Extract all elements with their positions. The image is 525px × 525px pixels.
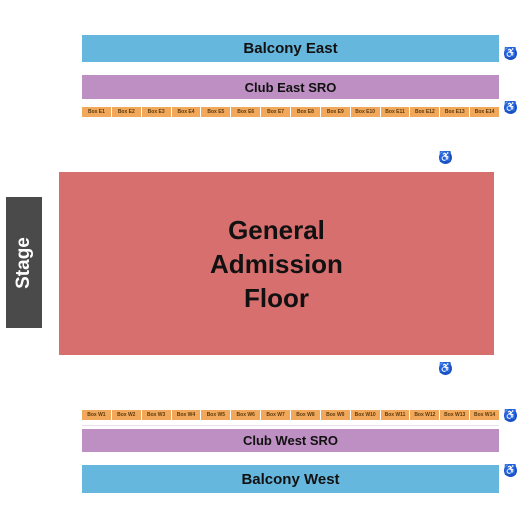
box-section[interactable]: Box W13 (440, 410, 470, 420)
box-section[interactable]: Box W9 (320, 410, 350, 420)
box-section[interactable]: Box W8 (291, 410, 320, 420)
section-balcony-west[interactable]: Balcony West (82, 465, 499, 493)
box-section[interactable]: Box E13 (440, 107, 470, 117)
section-label: Club East SRO (244, 79, 337, 95)
box-row-east: Box E1 Box E2 Box E3 Box E4 Box E5 Box E6 Box … (82, 107, 500, 117)
box-section[interactable]: Box W1 (82, 410, 111, 420)
box-section[interactable]: Box E10 (350, 107, 380, 117)
box-section[interactable]: Box E3 (141, 107, 171, 117)
box-section[interactable]: Box E4 (171, 107, 201, 117)
box-section[interactable]: Box E14 (470, 107, 500, 117)
box-section[interactable]: Box E2 (111, 107, 141, 117)
box-section[interactable]: Box W4 (171, 410, 201, 420)
section-label-line: Floor (244, 282, 309, 313)
box-section[interactable]: Box W6 (231, 410, 261, 420)
wheelchair-icon: ♿ (439, 362, 452, 375)
box-row-west: Box W1 Box W2 Box W3 Box W4 Box W5 Box W6 Box … (82, 410, 500, 420)
section-club-east-sro[interactable]: Club East SRO (82, 75, 499, 99)
box-section[interactable]: Box E8 (291, 107, 320, 117)
box-section[interactable]: Box W10 (350, 410, 380, 420)
stage-label: Stage (13, 236, 34, 289)
box-section[interactable]: Box W12 (410, 410, 440, 420)
section-label: Balcony West (241, 470, 340, 488)
section-label-line: Admission (210, 248, 343, 279)
section-label: Club West SRO (242, 433, 339, 448)
wheelchair-icon: ♿ (504, 464, 517, 477)
section-balcony-east[interactable]: Balcony East (82, 35, 499, 62)
box-section[interactable]: Box W5 (201, 410, 231, 420)
box-section[interactable]: Box W3 (141, 410, 171, 420)
divider (82, 425, 499, 426)
section-label: Balcony East (243, 40, 338, 57)
wheelchair-icon: ♿ (504, 409, 517, 422)
section-label-line: General (228, 214, 325, 245)
box-section[interactable]: Box W14 (470, 410, 500, 420)
section-club-west-sro[interactable]: Club West SRO (82, 429, 499, 452)
box-section[interactable]: Box E6 (231, 107, 261, 117)
box-section[interactable]: Box E5 (201, 107, 231, 117)
box-section[interactable]: Box E1 (82, 107, 111, 117)
stage: Stage (6, 197, 42, 328)
box-section[interactable]: Box W11 (380, 410, 410, 420)
box-section[interactable]: Box W2 (111, 410, 141, 420)
box-section[interactable]: Box E11 (380, 107, 410, 117)
wheelchair-icon: ♿ (504, 101, 517, 114)
box-section[interactable]: Box W7 (261, 410, 291, 420)
box-section[interactable]: Box E9 (320, 107, 350, 117)
section-general-admission-floor[interactable]: General Admission Floor (59, 172, 494, 355)
box-section[interactable]: Box E7 (261, 107, 291, 117)
box-section[interactable]: Box E12 (410, 107, 440, 117)
wheelchair-icon: ♿ (439, 151, 452, 164)
wheelchair-icon: ♿ (504, 47, 517, 60)
